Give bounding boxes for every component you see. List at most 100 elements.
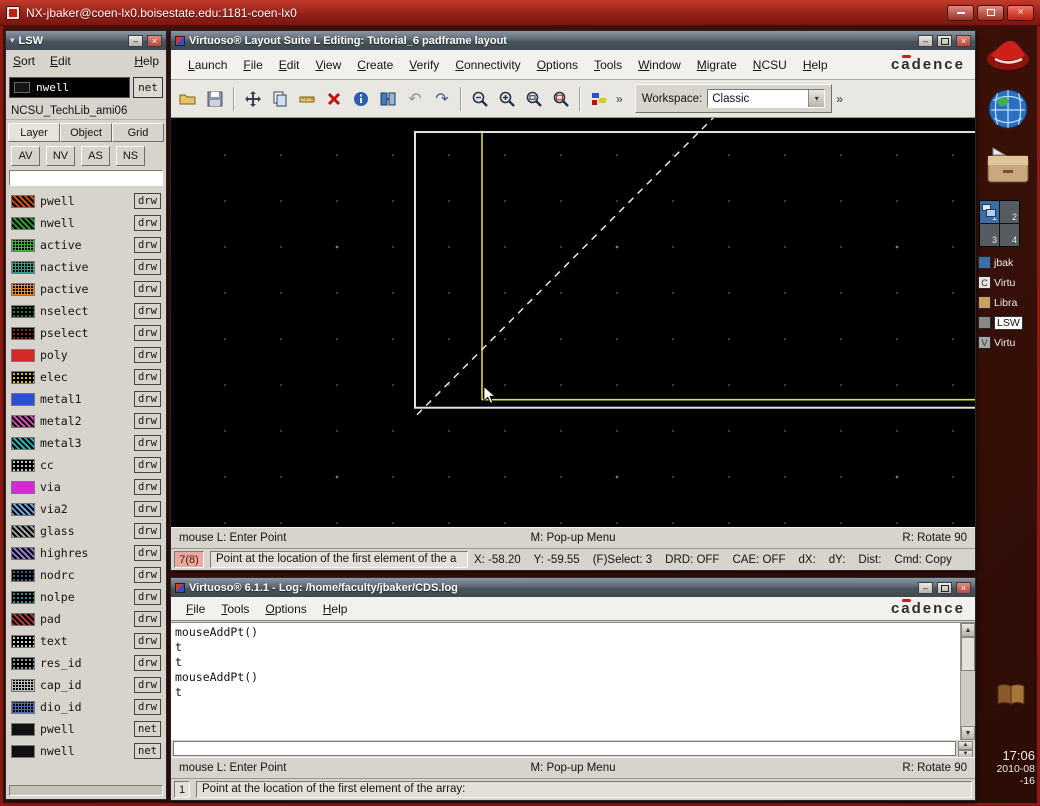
undo-button[interactable]: ↶	[402, 86, 428, 112]
layer-row-nselect-drw[interactable]: nselect drw	[8, 300, 164, 322]
task-button-virtu[interactable]: C Virtu	[978, 274, 1040, 291]
workspace-2[interactable]: 2	[1000, 201, 1019, 223]
lsw-minimize-button[interactable]: –	[128, 34, 143, 47]
task-button-jbak[interactable]: jbak	[978, 254, 1040, 271]
menu-verify[interactable]: Verify	[402, 55, 446, 75]
properties-button[interactable]	[348, 86, 374, 112]
hierarchy-button[interactable]	[375, 86, 401, 112]
layer-row-metal1-drw[interactable]: metal1 drw	[8, 388, 164, 410]
layer-row-res_id-drw[interactable]: res_id drw	[8, 652, 164, 674]
open-button[interactable]	[175, 86, 201, 112]
layer-row-active-drw[interactable]: active drw	[8, 234, 164, 256]
lsw-menu-sort[interactable]: Sort	[13, 54, 35, 68]
scroll-down-icon[interactable]: ▼	[961, 726, 975, 740]
lsw-menu-edit[interactable]: Edit	[50, 54, 71, 68]
layout-canvas[interactable]	[171, 118, 975, 527]
lsw-menu-help[interactable]: Help	[134, 54, 159, 68]
delete-button[interactable]	[321, 86, 347, 112]
toolbar-overflow-button-2[interactable]: »	[833, 92, 846, 106]
lsw-horizontal-scrollbar[interactable]	[9, 785, 163, 796]
nx-titlebar[interactable]: NX-jbaker@coen-lx0.boisestate.edu:1181-c…	[0, 0, 1040, 26]
log-output-area[interactable]: mouseAddPt() t t mouseAddPt() t ▲ ▼	[171, 622, 975, 740]
copy-button[interactable]	[267, 86, 293, 112]
menu-help[interactable]: Help	[796, 55, 835, 75]
workspace-dropdown[interactable]: Classic ▾	[707, 89, 826, 108]
menu-launch[interactable]: Launch	[181, 55, 234, 75]
log-titlebar[interactable]: Virtuoso® 6.1.1 - Log: /home/faculty/jba…	[171, 578, 975, 597]
log-close-button[interactable]: ×	[956, 581, 971, 594]
move-button[interactable]	[240, 86, 266, 112]
palette-button[interactable]	[586, 86, 612, 112]
visibility-button-ns[interactable]: NS	[116, 146, 145, 166]
layer-filter-input[interactable]	[9, 170, 163, 186]
ruler-button[interactable]	[294, 86, 320, 112]
layer-row-pad-drw[interactable]: pad drw	[8, 608, 164, 630]
dropdown-arrow-icon[interactable]: ▾	[808, 90, 825, 107]
scroll-up-icon[interactable]: ▲	[961, 623, 975, 637]
task-button-virtu[interactable]: V Virtu	[978, 334, 1040, 351]
input-history-spinner[interactable]: ▲ ▼	[958, 741, 973, 759]
visibility-button-av[interactable]: AV	[11, 146, 40, 166]
layer-row-dio_id-drw[interactable]: dio_id drw	[8, 696, 164, 718]
menu-connectivity[interactable]: Connectivity	[448, 55, 527, 75]
menu-tools[interactable]: Tools	[587, 55, 629, 75]
log-minimize-button[interactable]: –	[918, 581, 933, 594]
log-menu-file[interactable]: File	[179, 599, 212, 619]
toolbar-overflow-button[interactable]: »	[613, 92, 626, 106]
log-menu-tools[interactable]: Tools	[214, 599, 256, 619]
layer-row-nwell-net[interactable]: nwell net	[8, 740, 164, 762]
layer-row-pwell-net[interactable]: pwell net	[8, 718, 164, 740]
command-input[interactable]	[173, 741, 956, 756]
redo-button[interactable]: ↷	[429, 86, 455, 112]
layer-row-cc-drw[interactable]: cc drw	[8, 454, 164, 476]
menu-create[interactable]: Create	[350, 55, 400, 75]
menu-ncsu[interactable]: NCSU	[746, 55, 794, 75]
current-layer-selector[interactable]: nwell	[9, 77, 130, 98]
save-button[interactable]	[202, 86, 228, 112]
lsw-titlebar[interactable]: ▾ LSW – ×	[6, 31, 166, 50]
redhat-launcher-icon[interactable]	[984, 32, 1032, 81]
scrollbar-track[interactable]	[961, 637, 975, 726]
menu-window[interactable]: Window	[631, 55, 688, 75]
minimize-button[interactable]	[947, 4, 974, 21]
menu-options[interactable]: Options	[530, 55, 585, 75]
layer-row-highres-drw[interactable]: highres drw	[8, 542, 164, 564]
workspace-3[interactable]: 3	[980, 224, 999, 246]
layer-row-pwell-drw[interactable]: pwell drw	[8, 190, 164, 212]
menu-edit[interactable]: Edit	[272, 55, 307, 75]
maximize-button[interactable]	[977, 4, 1004, 21]
layer-row-via-drw[interactable]: via drw	[8, 476, 164, 498]
layer-row-pactive-drw[interactable]: pactive drw	[8, 278, 164, 300]
window-menu-icon[interactable]: ▾	[10, 36, 15, 45]
lsw-close-button[interactable]: ×	[147, 34, 162, 47]
file-manager-launcher-icon[interactable]	[984, 144, 1032, 191]
visibility-button-nv[interactable]: NV	[46, 146, 75, 166]
log-maximize-button[interactable]	[937, 581, 952, 594]
main-maximize-button[interactable]	[937, 34, 952, 47]
log-menu-help[interactable]: Help	[316, 599, 355, 619]
menu-migrate[interactable]: Migrate	[690, 55, 744, 75]
main-titlebar[interactable]: Virtuoso® Layout Suite L Editing: Tutori…	[171, 31, 975, 50]
layer-row-metal3-drw[interactable]: metal3 drw	[8, 432, 164, 454]
address-book-icon[interactable]	[996, 682, 1026, 713]
workspace-1[interactable]: 1	[980, 201, 999, 223]
visibility-button-as[interactable]: AS	[81, 146, 110, 166]
tab-object[interactable]: Object	[60, 123, 112, 142]
task-button-libra[interactable]: Libra	[978, 294, 1040, 311]
workspace-4[interactable]: 4	[1000, 224, 1019, 246]
zoom-fit-button[interactable]	[521, 86, 547, 112]
layer-row-via2-drw[interactable]: via2 drw	[8, 498, 164, 520]
scrollbar-thumb[interactable]	[961, 637, 975, 671]
log-menu-options[interactable]: Options	[258, 599, 313, 619]
spin-up-icon[interactable]: ▲	[958, 741, 973, 750]
layer-row-text-drw[interactable]: text drw	[8, 630, 164, 652]
zoom-in-button[interactable]	[494, 86, 520, 112]
tab-layer[interactable]: Layer	[8, 123, 60, 142]
main-minimize-button[interactable]: –	[918, 34, 933, 47]
web-browser-launcher-icon[interactable]	[987, 88, 1029, 135]
menu-file[interactable]: File	[236, 55, 269, 75]
tab-grid[interactable]: Grid	[112, 123, 164, 142]
layer-row-nolpe-drw[interactable]: nolpe drw	[8, 586, 164, 608]
layer-row-glass-drw[interactable]: glass drw	[8, 520, 164, 542]
log-scrollbar[interactable]: ▲ ▼	[960, 623, 975, 740]
